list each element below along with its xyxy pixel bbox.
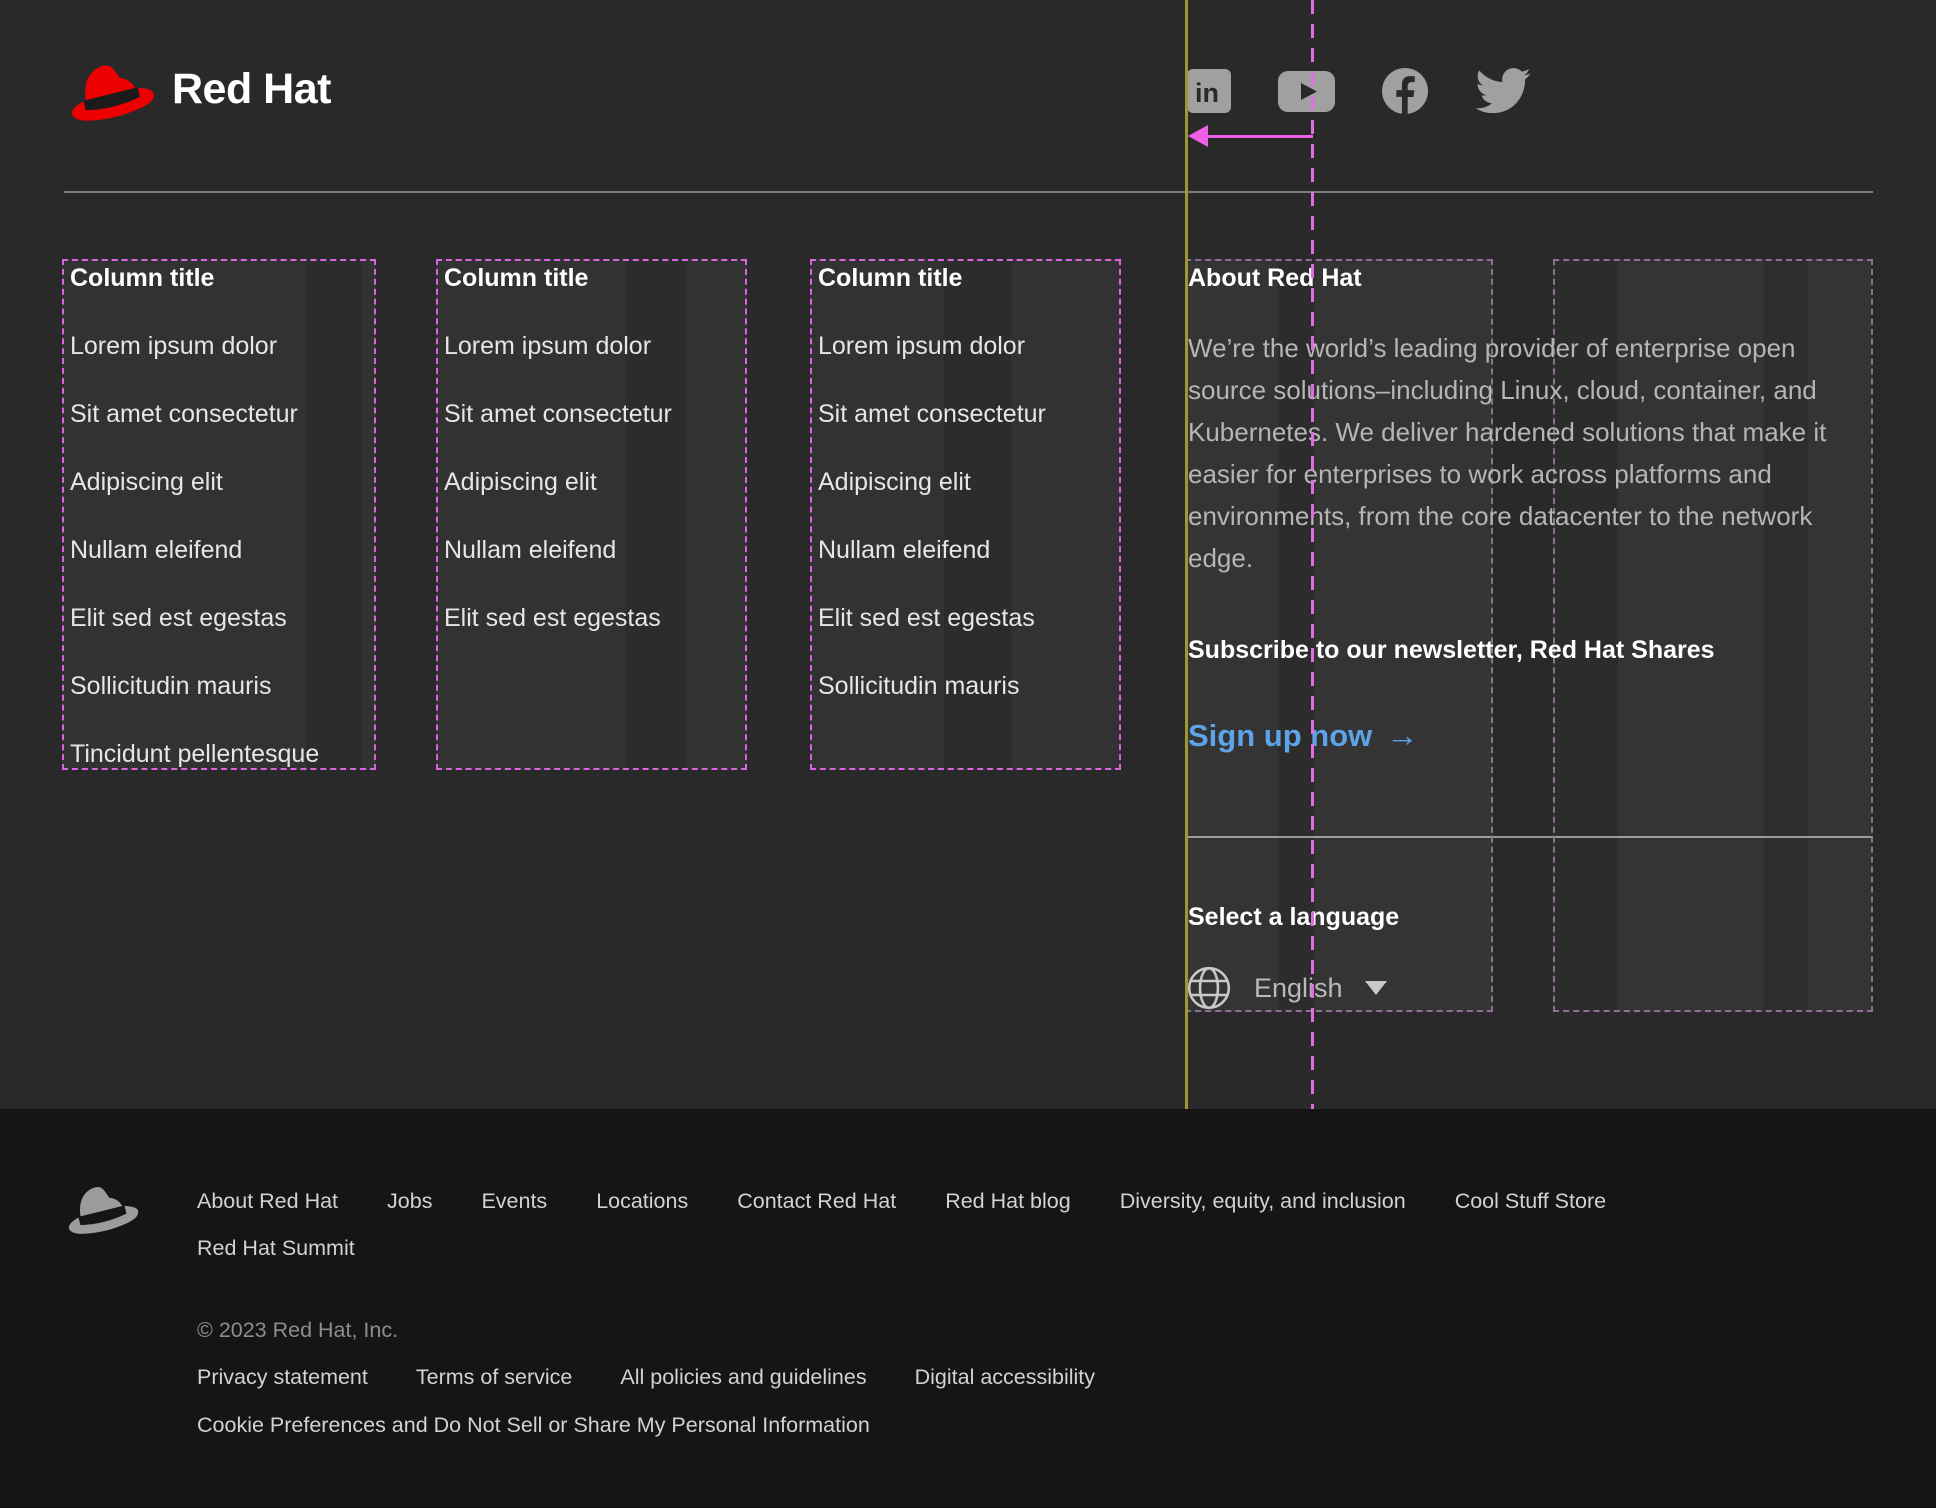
column-link[interactable]: Sit amet consectetur (70, 399, 370, 429)
legal-link[interactable]: Privacy statement (197, 1365, 368, 1390)
footer-nav-link[interactable]: Diversity, equity, and inclusion (1120, 1189, 1406, 1213)
selected-language: English (1254, 972, 1343, 1003)
annotation-yellow-guide-line (1185, 0, 1188, 1109)
about-title: About Red Hat (1188, 264, 1362, 292)
column-links: Lorem ipsum dolor Sit amet consectetur Adi… (70, 331, 370, 769)
chevron-down-icon (1364, 981, 1387, 995)
column-link[interactable]: Sollicitudin mauris (818, 671, 1118, 701)
annotation-measure-arrowhead (1188, 125, 1208, 147)
column-link[interactable]: Elit sed est egestas (444, 603, 744, 633)
copyright: © 2023 Red Hat, Inc. (197, 1318, 399, 1342)
footer-nav-link[interactable]: Red Hat blog (945, 1189, 1071, 1213)
footer-nav-link[interactable]: About Red Hat (197, 1189, 338, 1213)
social-link-facebook[interactable] (1382, 68, 1428, 114)
column-link[interactable]: Tincidunt pellentesque (70, 739, 370, 769)
social-link-linkedin[interactable]: in (1187, 69, 1231, 113)
youtube-icon (1278, 70, 1335, 112)
footer-nav-link[interactable]: Cool Stuff Store (1455, 1189, 1606, 1213)
footer-nav-link[interactable]: Jobs (387, 1189, 432, 1213)
redhat-footer-spec-page: Red Hat in Column title Lorem ipsum dolo… (0, 0, 1936, 1508)
footer-link-column: Column title Lorem ipsum dolor Sit amet c… (812, 259, 1118, 739)
column-title: Column title (818, 264, 963, 292)
signup-link[interactable]: Sign up now → (1188, 717, 1418, 754)
social-link-youtube[interactable] (1278, 70, 1335, 112)
linkedin-icon: in (1187, 69, 1231, 113)
social-link-twitter[interactable] (1475, 68, 1531, 114)
column-title: Column title (444, 264, 589, 292)
global-footer-bar: About Red Hat Jobs Events Locations Contact … (0, 1109, 1936, 1508)
column-title: Column title (70, 264, 215, 292)
column-link[interactable]: Nullam eleifend (70, 535, 370, 565)
column-link[interactable]: Sit amet consectetur (818, 399, 1118, 429)
column-links: Lorem ipsum dolor Sit amet consectetur Adi… (818, 331, 1118, 701)
language-selector[interactable]: English (1186, 965, 1387, 1011)
footer-nav-link[interactable]: Red Hat Summit (197, 1236, 355, 1260)
fedora-icon (68, 1186, 139, 1234)
newsletter-heading: Subscribe to our newsletter, Red Hat Sha… (1188, 636, 1715, 664)
legal-link[interactable]: Digital accessibility (915, 1365, 1095, 1390)
arrow-right-icon: → (1386, 717, 1419, 753)
column-link[interactable]: Elit sed est egestas (818, 603, 1118, 633)
legal-link[interactable]: Terms of service (416, 1365, 573, 1390)
logo-wordmark: Red Hat (172, 64, 331, 113)
footer-nav: About Red Hat Jobs Events Locations Contact … (197, 1189, 1767, 1260)
annotation-measure-arrow (1205, 135, 1313, 138)
cookie-preferences-link[interactable]: Cookie Preferences and Do Not Sell or Sh… (197, 1413, 870, 1438)
column-link[interactable]: Nullam eleifend (444, 535, 744, 565)
column-link[interactable]: Adipiscing elit (444, 467, 744, 497)
footer-nav-link[interactable]: Contact Red Hat (737, 1189, 896, 1213)
column-link[interactable]: Elit sed est egestas (70, 603, 370, 633)
annotation-magenta-dashed-line (1311, 0, 1314, 1109)
column-links: Lorem ipsum dolor Sit amet consectetur Adi… (444, 331, 744, 633)
column-link[interactable]: Lorem ipsum dolor (444, 331, 744, 361)
footer-nav-link[interactable]: Locations (596, 1189, 688, 1213)
globe-icon (1187, 966, 1231, 1010)
footer-link-column: Column title Lorem ipsum dolor Sit amet c… (64, 259, 370, 807)
footer-main-section: Red Hat in Column title Lorem ipsum dolo… (0, 0, 1936, 1109)
column-link[interactable]: Sit amet consectetur (444, 399, 744, 429)
header-divider (64, 191, 1873, 193)
footer-link-column: Column title Lorem ipsum dolor Sit amet c… (438, 259, 744, 671)
column-link[interactable]: Adipiscing elit (70, 467, 370, 497)
language-heading: Select a language (1188, 903, 1400, 931)
column-link[interactable]: Lorem ipsum dolor (70, 331, 370, 361)
legal-link[interactable]: All policies and guidelines (620, 1365, 866, 1390)
about-description: We’re the world’s leading provider of en… (1188, 333, 1827, 573)
signup-label: Sign up now (1188, 717, 1373, 753)
redhat-logo[interactable]: Red Hat (64, 54, 331, 124)
column-link[interactable]: Adipiscing elit (818, 467, 1118, 497)
twitter-icon (1475, 68, 1531, 114)
column-link[interactable]: Sollicitudin mauris (70, 671, 370, 701)
svg-text:in: in (1195, 78, 1219, 108)
column-link[interactable]: Lorem ipsum dolor (818, 331, 1118, 361)
footer-nav-link[interactable]: Events (481, 1189, 547, 1213)
facebook-icon (1382, 68, 1428, 114)
about-section: About Red Hat We’re the world’s leading … (1188, 259, 1878, 754)
redhat-fedora-icon (72, 65, 154, 121)
column-link[interactable]: Nullam eleifend (818, 535, 1118, 565)
legal-links: Privacy statement Terms of service All pol… (197, 1365, 1095, 1390)
social-links: in (1187, 68, 1531, 114)
